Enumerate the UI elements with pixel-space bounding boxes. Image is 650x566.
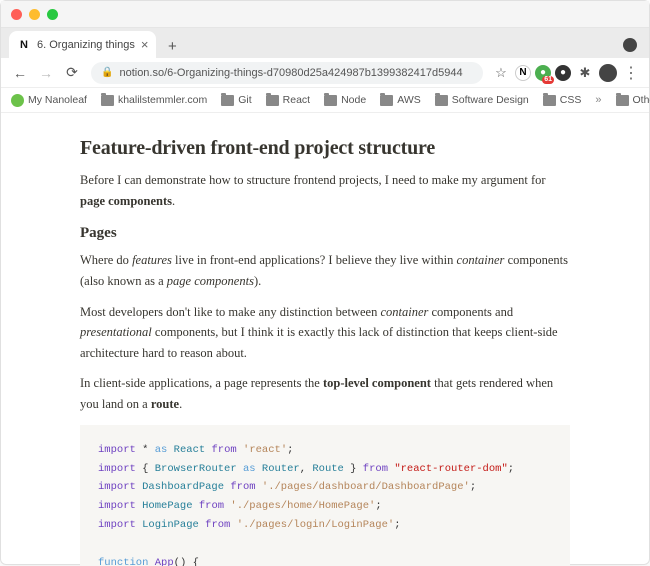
close-tab-icon[interactable]: × [141,37,149,52]
folder-icon [380,95,393,106]
paragraph-2: Most developers don't like to make any d… [80,302,570,364]
extensions-puzzle-icon[interactable]: ✱ [575,63,595,83]
other-bookmarks-folder[interactable]: Other Bookmarks [616,94,650,106]
extension-green-icon[interactable]: ●61 [535,65,551,81]
paragraph-1: Where do features live in front-end appl… [80,250,570,291]
back-button[interactable]: ← [9,62,31,84]
site-icon [11,94,24,107]
tab-strip: N 6. Organizing things × + [1,28,649,58]
close-window-button[interactable] [11,9,22,20]
bookmark-star-icon[interactable]: ☆ [491,63,511,83]
folder-icon [101,95,114,106]
tab-title: 6. Organizing things [37,39,135,51]
heading-pages: Pages [80,225,570,242]
browser-menu-button[interactable]: ⋮ [621,63,641,83]
bookmark-folder-aws[interactable]: AWS [380,94,421,106]
bookmark-folder-node[interactable]: Node [324,94,366,106]
window-titlebar [1,1,649,28]
folder-icon [266,95,279,106]
url-text: notion.so/6-Organizing-things-d70980d25a… [119,67,462,79]
document-body: Feature-driven front-end project structu… [80,137,570,566]
bookmark-folder-css[interactable]: CSS [543,94,582,106]
folder-icon [616,95,629,106]
reload-button[interactable]: ⟳ [61,62,83,84]
folder-icon [221,95,234,106]
maximize-window-button[interactable] [47,9,58,20]
code-block[interactable]: import * as React from 'react'; import {… [80,425,570,566]
address-bar: ← → ⟳ 🔒 notion.so/6-Organizing-things-d7… [1,58,649,88]
folder-icon [543,95,556,106]
folder-icon [324,95,337,106]
extension-notion-icon[interactable]: N [515,65,531,81]
tab-favicon: N [17,38,31,52]
minimize-window-button[interactable] [29,9,40,20]
bookmark-my-nanoleaf[interactable]: My Nanoleaf [11,94,87,107]
bookmark-folder-git[interactable]: Git [221,94,251,106]
bookmark-folder-react[interactable]: React [266,94,310,106]
lock-icon: 🔒 [101,67,113,78]
url-input[interactable]: 🔒 notion.so/6-Organizing-things-d70980d2… [91,62,483,84]
intro-paragraph: Before I can demonstrate how to structur… [80,170,570,211]
bookmarks-overflow-button[interactable]: » [595,94,601,106]
account-dot-icon[interactable] [623,38,637,52]
traffic-lights [11,9,58,20]
folder-icon [435,95,448,106]
page-title: Feature-driven front-end project structu… [80,137,570,160]
paragraph-3: In client-side applications, a page repr… [80,373,570,414]
new-tab-button[interactable]: + [160,34,184,58]
forward-button[interactable]: → [35,62,57,84]
page-content[interactable]: Feature-driven front-end project structu… [1,113,649,566]
bookmarks-bar: My Nanoleaf khalilstemmler.com Git React… [1,88,649,113]
profile-avatar[interactable] [599,64,617,82]
extension-dark-icon[interactable]: ● [555,65,571,81]
bookmark-folder-software-design[interactable]: Software Design [435,94,529,106]
bookmark-folder-khalilstemmler[interactable]: khalilstemmler.com [101,94,207,106]
browser-tab[interactable]: N 6. Organizing things × [9,31,156,58]
